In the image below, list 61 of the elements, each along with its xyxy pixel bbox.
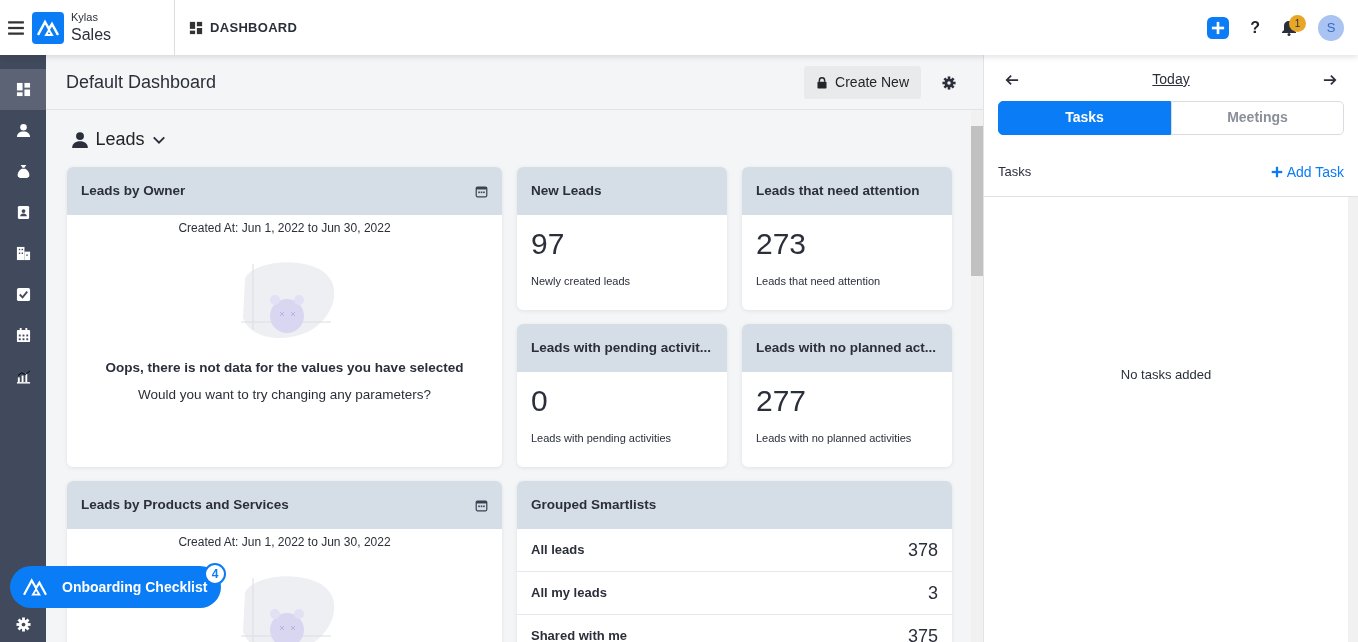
- entity-selector[interactable]: Leads: [70, 126, 166, 153]
- logo-icon: [32, 11, 64, 44]
- metric-value: 0: [531, 386, 549, 416]
- smartlist-row[interactable]: All leads 378: [517, 529, 952, 572]
- product-name: Sales: [71, 26, 112, 43]
- metric-value: 97: [531, 229, 566, 259]
- settings-icon: [15, 616, 31, 632]
- smartlist-row[interactable]: Shared with me 375: [517, 615, 952, 642]
- card-title: Grouped Smartlists: [531, 495, 657, 514]
- person-icon: [70, 130, 89, 149]
- card-title: Leads with no planned act...: [756, 338, 937, 357]
- calendar-icon[interactable]: [475, 498, 488, 512]
- dashboard-icon: [189, 20, 204, 35]
- dashboard-title: Default Dashboard: [66, 70, 217, 94]
- help-button[interactable]: ?: [1250, 15, 1260, 40]
- checkbox-icon: [15, 287, 31, 302]
- section-title: DASHBOARD: [210, 18, 298, 37]
- arrow-left-icon: [1005, 73, 1019, 88]
- scrollbar[interactable]: [1348, 196, 1358, 642]
- card-title: Leads by Products and Services: [81, 495, 289, 514]
- person-icon: [15, 123, 31, 138]
- sidebar-item[interactable]: [0, 69, 46, 110]
- card-title: Leads that need attention: [756, 181, 920, 200]
- empty-message: Oops, there is not data for the values you have selected: [105, 358, 464, 377]
- arrow-right-icon: [1323, 73, 1337, 88]
- brand-name: Kylas: [71, 12, 99, 24]
- metric-value: 273: [756, 229, 808, 259]
- scrollbar[interactable]: [971, 110, 983, 642]
- building-icon: [15, 246, 31, 261]
- add-button[interactable]: [1207, 16, 1230, 39]
- smartlist-row[interactable]: All my leads 3: [517, 572, 952, 615]
- calendar-icon[interactable]: [475, 184, 488, 198]
- metric-caption: Newly created leads: [531, 274, 632, 289]
- empty-message: No tasks added: [1120, 365, 1212, 384]
- date-link[interactable]: Today: [1152, 69, 1190, 90]
- dashboard-icon: [15, 82, 31, 97]
- money-bag-icon: [15, 164, 31, 179]
- metric-caption: Leads with pending activities: [531, 431, 673, 446]
- logo-icon: [22, 576, 48, 598]
- card-title: Leads by Owner: [81, 181, 186, 200]
- card-title: Leads with pending activit...: [531, 338, 712, 357]
- lock-icon: [816, 75, 829, 89]
- calendar-icon: [15, 328, 31, 343]
- add-task-button[interactable]: Add Task: [1271, 161, 1344, 183]
- bar-chart-icon: [15, 369, 31, 384]
- menu-icon: [7, 19, 25, 38]
- empty-hint: Would you want to try changing any parameters?: [137, 385, 432, 404]
- contact-card-icon: [15, 205, 31, 220]
- notification-count: 1: [1289, 14, 1306, 32]
- filter-text: Created At: Jun 1, 2022 to Jun 30, 2022: [178, 219, 391, 237]
- tab[interactable]: Tasks: [998, 100, 1171, 135]
- plus-icon: [1271, 166, 1284, 178]
- metric-caption: Leads with no planned activities: [756, 431, 913, 446]
- plus-icon: [1211, 20, 1226, 35]
- section-label: Tasks: [998, 163, 1032, 182]
- card-title: New Leads: [531, 181, 602, 200]
- metric-value: 277: [756, 386, 808, 416]
- create-new-button[interactable]: Create New: [804, 65, 921, 99]
- metric-caption: Leads that need attention: [756, 274, 882, 289]
- filter-text: Created At: Jun 1, 2022 to Jun 30, 2022: [178, 533, 391, 551]
- settings-icon: [942, 75, 956, 90]
